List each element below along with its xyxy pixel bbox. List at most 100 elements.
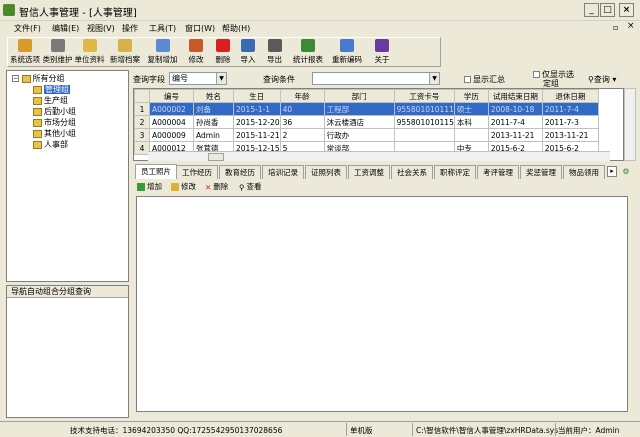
edit-button[interactable]: 修改 [171, 181, 196, 192]
menu-operation[interactable]: 操作 [122, 23, 138, 34]
table-cell[interactable]: 955801010115 [393, 115, 455, 129]
column-header[interactable]: 试用结束日期 [487, 89, 543, 103]
tree-item-logistics[interactable]: 后勤小组 [33, 106, 76, 117]
add-button[interactable]: 增加 [137, 181, 162, 192]
tree-item-production[interactable]: 生产组 [33, 95, 68, 106]
table-row[interactable]: 2 A000004 孙尚香 2015-12-20 36 沐云楼酒店 955801010115… [134, 115, 599, 129]
table-row[interactable]: 3 A000009 Admin 2015-11-21 2 行政办 2013-11-21 201… [134, 128, 599, 142]
toolbar-button-1[interactable]: 类别维护 [42, 39, 73, 66]
settings-icon[interactable]: ⚙ [621, 166, 631, 177]
tree-root[interactable]: − 所有分组 [12, 73, 65, 84]
maximize-button[interactable]: □ [600, 3, 615, 17]
toolbar-icon-4 [155, 39, 170, 52]
toolbar-button-0[interactable]: 系统选项 [10, 39, 40, 66]
toolbar-button-9[interactable]: 统计报表 [289, 39, 327, 66]
tab-0[interactable]: 员工照片 [135, 164, 177, 179]
column-header[interactable]: 生日 [233, 89, 281, 103]
grid-vertical-scrollbar[interactable] [624, 88, 636, 161]
title-bar: 智信人事管理 - [人事管理] _ □ × [0, 0, 640, 21]
menu-edit[interactable]: 编辑(E) [52, 23, 79, 34]
query-condition-select[interactable]: ▼ [312, 72, 440, 85]
folder-icon [21, 74, 31, 83]
toolbar-button-6[interactable]: 删除 [211, 39, 235, 66]
table-cell[interactable]: A000004 [149, 115, 194, 129]
collapse-icon[interactable]: − [12, 75, 19, 82]
menu-help[interactable]: 帮助(H) [222, 23, 250, 34]
table-cell[interactable]: 40 [279, 102, 325, 116]
toolbar-button-5[interactable]: 修改 [182, 39, 210, 66]
menu-view[interactable]: 视图(V) [87, 23, 115, 34]
table-cell[interactable] [393, 128, 455, 142]
column-header[interactable]: 工资卡号 [393, 89, 455, 103]
search-button[interactable]: ⚲查询 ▾ [588, 74, 616, 85]
close-button[interactable]: × [619, 3, 634, 17]
table-cell[interactable]: 沐云楼酒店 [323, 115, 395, 129]
tab-7[interactable]: 职称评定 [434, 165, 476, 179]
toolbar-button-8[interactable]: 导出 [261, 39, 288, 66]
delete-button[interactable]: ✕ 删除 [205, 181, 228, 192]
mdi-restore-icon[interactable]: ▫ [613, 23, 618, 32]
table-cell[interactable]: 硕士 [453, 102, 489, 116]
show-summary-checkbox[interactable]: 显示汇总 [464, 74, 505, 85]
table-cell[interactable]: Admin [193, 128, 234, 142]
tab-2[interactable]: 教育经历 [219, 165, 261, 179]
grid-horizontal-scrollbar[interactable] [148, 151, 610, 161]
folder-icon [33, 140, 42, 149]
table-cell[interactable]: 2008-10-18 [487, 102, 543, 116]
tab-3[interactable]: 培训记录 [262, 165, 304, 179]
table-cell[interactable]: 本科 [453, 115, 489, 129]
column-header[interactable]: 部门 [323, 89, 395, 103]
tab-5[interactable]: 工资调整 [348, 165, 390, 179]
toolbar-button-2[interactable]: 单位资料 [73, 39, 106, 66]
column-header[interactable]: 学历 [453, 89, 489, 103]
table-cell[interactable]: 孙尚香 [193, 115, 234, 129]
toolbar-button-11[interactable]: 关于 [367, 39, 397, 66]
table-cell[interactable] [453, 128, 489, 142]
table-cell[interactable]: 2011-7-3 [541, 115, 599, 129]
table-cell[interactable]: 2 [279, 128, 325, 142]
query-field-select[interactable]: 编号 ▼ [169, 72, 227, 85]
table-cell[interactable]: 2011-7-4 [541, 102, 599, 116]
table-cell[interactable]: 2013-11-21 [541, 128, 599, 142]
table-cell[interactable]: 2015-1-1 [233, 102, 281, 116]
tab-8[interactable]: 考评管理 [477, 165, 519, 179]
menu-tools[interactable]: 工具(T) [149, 23, 176, 34]
minimize-button[interactable]: _ [584, 3, 599, 17]
tab-9[interactable]: 奖惩管理 [520, 165, 562, 179]
column-header[interactable]: 年龄 [279, 89, 325, 103]
tab-4[interactable]: 证照列表 [305, 165, 347, 179]
column-header[interactable]: 编号 [149, 89, 194, 103]
table-cell[interactable]: 刘备 [193, 102, 234, 116]
tab-1[interactable]: 工作经历 [176, 165, 218, 179]
table-cell[interactable]: 2015-11-21 [233, 128, 281, 142]
menu-window[interactable]: 窗口(W) [185, 23, 215, 34]
table-cell[interactable]: A000009 [149, 128, 194, 142]
tab-10[interactable]: 物品领用 [563, 165, 605, 179]
table-cell[interactable]: 2011-7-4 [487, 115, 543, 129]
toolbar-button-4[interactable]: 复制增加 [144, 39, 181, 66]
tab-6[interactable]: 社会关系 [391, 165, 433, 179]
table-cell[interactable]: 行政办 [323, 128, 395, 142]
table-cell[interactable]: 2013-11-21 [487, 128, 543, 142]
table-cell[interactable]: 2015-12-20 [233, 115, 281, 129]
column-header[interactable]: 退休日期 [541, 89, 599, 103]
detail-tabs: 员工照片 工作经历 教育经历 培训记录 证照列表 工资调整 社会关系 职称评定 考评管理 奖惩管理… [135, 164, 637, 179]
table-cell[interactable]: 工程部 [323, 102, 395, 116]
table-row[interactable]: 1 A000002 刘备 2015-1-1 40 工程部 955801010111 硕士 200… [134, 102, 599, 116]
column-header[interactable]: 姓名 [193, 89, 234, 103]
table-cell[interactable]: 955801010111 [393, 102, 455, 116]
table-cell[interactable]: 36 [279, 115, 325, 129]
tree-item-other[interactable]: 其他小组 [33, 128, 76, 139]
toolbar-button-7[interactable]: 导入 [235, 39, 261, 66]
toolbar-button-10[interactable]: 重新编码 [328, 39, 366, 66]
view-button[interactable]: ⚲ 查看 [239, 181, 262, 192]
tab-scroll-icon[interactable]: ▸ [607, 166, 617, 177]
menu-file[interactable]: 文件(F) [14, 23, 41, 34]
table-cell[interactable]: A000002 [149, 102, 194, 116]
tree-item-management[interactable]: 管理组 [33, 84, 70, 95]
tree-item-market[interactable]: 市场分组 [33, 117, 76, 128]
scroll-thumb[interactable] [208, 153, 224, 161]
toolbar-button-3[interactable]: 新增档案 [107, 39, 143, 66]
mdi-close-button[interactable]: × [627, 21, 635, 31]
tree-item-hr[interactable]: 人事部 [33, 139, 68, 150]
